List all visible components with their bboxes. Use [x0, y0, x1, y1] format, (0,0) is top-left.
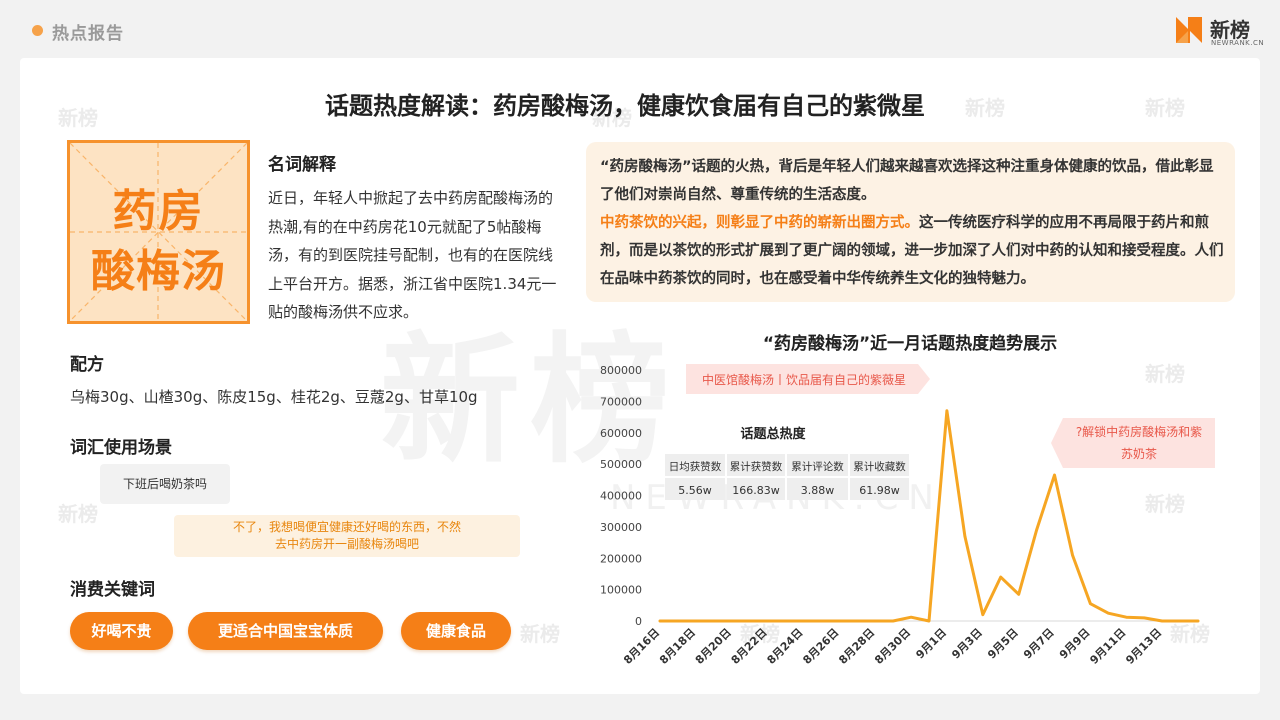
data-point — [1107, 611, 1110, 615]
data-point — [766, 619, 769, 623]
data-point — [999, 575, 1002, 579]
y-tick-label: 500000 — [600, 458, 642, 471]
stats-value: 166.83w — [732, 484, 780, 497]
x-tick-label: 9月3日 — [949, 626, 985, 662]
x-tick-label: 8月18日 — [657, 626, 698, 667]
keyword-pill: 好喝不贵 — [70, 612, 173, 650]
y-tick-label: 600000 — [600, 427, 642, 440]
data-point — [1125, 616, 1128, 619]
report-label: 热点报告 — [52, 24, 124, 44]
y-tick-label: 700000 — [600, 395, 642, 408]
y-tick-label: 800000 — [600, 364, 642, 377]
data-point — [909, 616, 913, 619]
x-tick-label: 8月30日 — [872, 626, 913, 667]
chat-answer-line1: 不了，我想喝便宜健康还好喝的东西，不然 — [232, 520, 461, 534]
stats-value: 3.88w — [801, 484, 835, 497]
data-point — [1178, 619, 1182, 623]
y-tick-label: 400000 — [600, 490, 642, 503]
data-point — [1160, 619, 1164, 623]
report-dot-icon — [32, 25, 43, 36]
y-tick-label: 300000 — [600, 521, 642, 534]
y-tick-label: 100000 — [600, 584, 642, 597]
x-tick-label: 8月20日 — [693, 626, 734, 667]
data-point — [1196, 619, 1200, 623]
top-bar: 热点报告 新榜 NEWRANK.CN — [0, 0, 1280, 56]
stats-header-label: 日均获赞数 — [669, 460, 722, 473]
keyword-pill: 健康食品 — [401, 612, 511, 650]
data-point — [820, 619, 823, 623]
data-point — [1035, 528, 1038, 532]
scene-heading: 词汇使用场景 — [70, 438, 172, 458]
sticker-title-line2: 酸梅汤 — [91, 246, 226, 297]
logo-subtitle: NEWRANK.CN — [1211, 39, 1265, 47]
data-point — [658, 619, 662, 623]
data-point — [963, 535, 967, 538]
watermark-small: 新榜 — [520, 622, 560, 646]
data-point — [1071, 553, 1074, 557]
data-point — [784, 619, 787, 623]
annotation-label: 苏奶茶 — [1121, 446, 1157, 461]
x-tick-label: 9月1日 — [913, 626, 949, 662]
summary-highlight: 中药茶饮的兴起，则彰显了中药的崭新出圈方式。 — [600, 215, 919, 231]
data-point — [874, 619, 877, 623]
x-tick-label: 9月5日 — [985, 626, 1021, 662]
x-tick-label: 8月26日 — [800, 626, 841, 667]
watermark-small: 新榜 — [58, 502, 98, 526]
data-point — [891, 619, 895, 623]
data-point — [1143, 616, 1146, 620]
trend-chart: 0 100000 200000 300000 400000 500000 600000 700… — [600, 364, 1215, 667]
x-tick-label: 8月16日 — [621, 626, 662, 667]
data-point — [694, 619, 698, 623]
x-tick-label: 8月28日 — [836, 626, 877, 667]
stats-header-label: 累计获赞数 — [730, 460, 783, 473]
brand-logo: 新榜 NEWRANK.CN — [1174, 14, 1264, 48]
stats-header-label: 累计收藏数 — [853, 460, 906, 473]
page-title: 话题热度解读：药房酸梅汤，健康饮食届有自己的紫微星 — [325, 92, 925, 120]
definition-heading: 名词解释 — [268, 155, 336, 175]
recipe-text: 乌梅30g、山楂30g、陈皮15g、桂花2g、豆蔻2g、甘草10g — [70, 388, 478, 406]
data-point — [1089, 602, 1092, 605]
annotation-label: 中医馆酸梅汤丨饮品届有自己的紫薇星 — [702, 372, 906, 387]
chat-bubble-question: 下班后喝奶茶吗 — [100, 464, 230, 504]
data-point — [802, 619, 805, 623]
definition-body: 近日，年轻人中掀起了去中药房配酸梅汤的热潮,有的在中药房花10元就配了5帖酸梅汤… — [268, 189, 557, 321]
data-point — [927, 619, 931, 623]
x-tick-label: 9月13日 — [1123, 626, 1164, 667]
newrank-logo-icon — [1176, 17, 1202, 43]
summary-paragraph-2: 中药茶饮的兴起，则彰显了中药的崭新出圈方式。这一传统医疗科学的应用不再局限于药片… — [600, 209, 1225, 293]
summary-box: “药房酸梅汤”话题的火热，背后是年轻人们越来越喜欢选择这种注重身体健康的饮品，借… — [586, 142, 1235, 302]
sticker-title-line1: 药房 — [112, 186, 205, 237]
x-tick-label: 8月22日 — [729, 626, 770, 667]
data-point — [748, 619, 751, 623]
data-point — [838, 619, 841, 623]
recipe-heading: 配方 — [70, 355, 104, 375]
stats-value: 5.56w — [678, 484, 712, 497]
stats-table-title: 话题总热度 — [740, 426, 806, 442]
x-tick-label: 9月9日 — [1057, 626, 1093, 662]
data-point — [945, 409, 949, 412]
stats-value: 61.98w — [859, 484, 900, 497]
keyword-pill: 更适合中国宝宝体质 — [188, 612, 383, 650]
x-tick-label: 9月7日 — [1021, 626, 1057, 662]
y-tick-label: 0 — [635, 615, 642, 628]
annotation-label: ?解锁中药房酸梅汤和紫 — [1076, 424, 1202, 439]
stats-header-label: 累计评论数 — [791, 460, 844, 473]
data-point — [1053, 473, 1056, 477]
term-sticker: 药房 酸梅汤 — [67, 140, 250, 324]
data-point — [981, 613, 984, 616]
data-point — [676, 619, 680, 623]
keywords-heading: 消费关键词 — [70, 580, 155, 600]
x-tick-label: 8月24日 — [765, 626, 806, 667]
chat-bubble-answer: 不了，我想喝便宜健康还好喝的东西，不然 去中药房开一副酸梅汤喝吧 — [174, 515, 520, 557]
y-tick-label: 200000 — [600, 552, 642, 565]
summary-paragraph-1: “药房酸梅汤”话题的火热，背后是年轻人们越来越喜欢选择这种注重身体健康的饮品，借… — [600, 159, 1214, 203]
data-point — [1017, 593, 1020, 596]
chat-answer-line2: 去中药房开一副酸梅汤喝吧 — [274, 537, 419, 551]
data-point — [730, 619, 733, 623]
data-point — [712, 619, 715, 623]
data-point — [856, 619, 859, 623]
x-tick-label: 9月11日 — [1087, 626, 1128, 667]
